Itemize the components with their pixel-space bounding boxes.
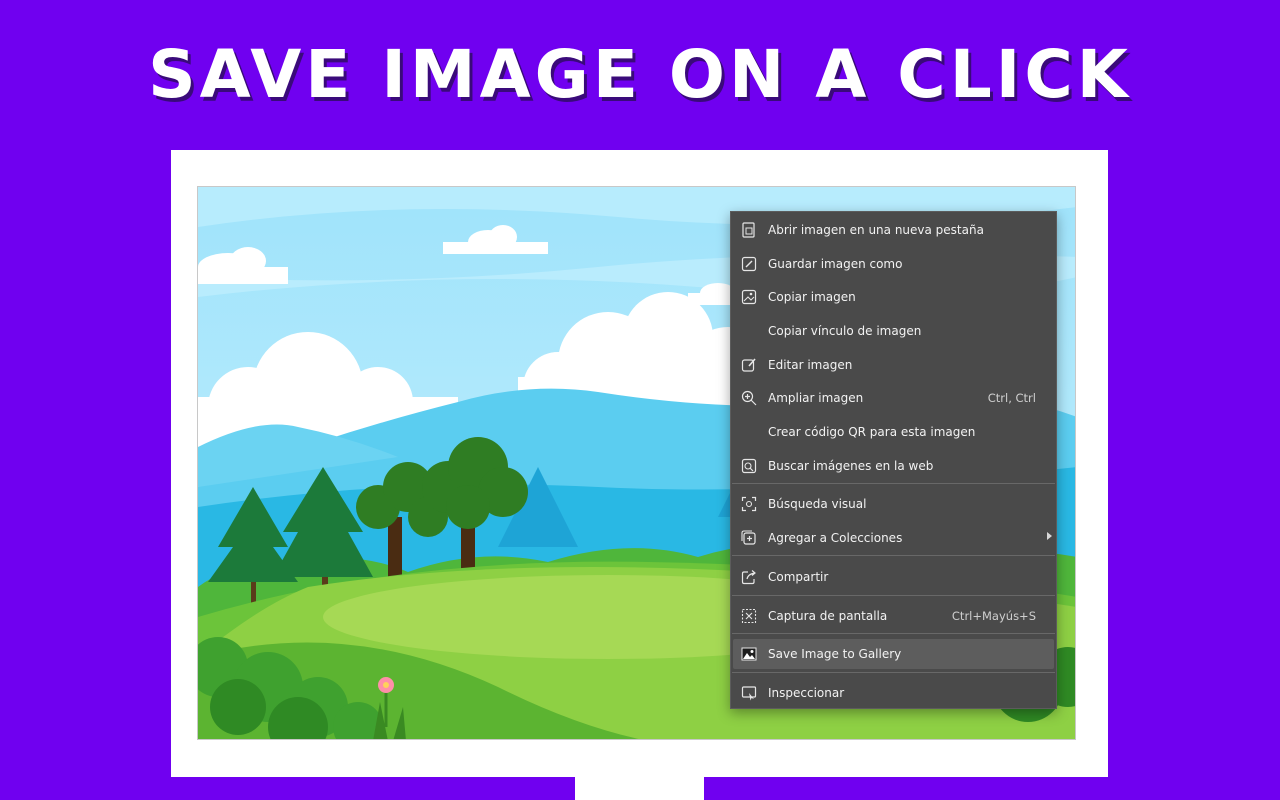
- menu-separator: [732, 555, 1055, 556]
- monitor-stand: [575, 777, 704, 800]
- menu-item-screenshot[interactable]: Captura de pantalla Ctrl+Mayús+S: [733, 601, 1054, 631]
- menu-item-label: Editar imagen: [768, 358, 853, 372]
- inspect-icon: [741, 686, 757, 701]
- menu-item-search-web[interactable]: Buscar imágenes en la web: [733, 451, 1054, 481]
- submenu-arrow-icon: [1047, 532, 1052, 540]
- screenshot-icon: [741, 608, 757, 624]
- menu-item-label: Crear código QR para esta imagen: [768, 425, 976, 439]
- menu-item-shortcut: Ctrl, Ctrl: [987, 391, 1036, 405]
- menu-item-copy-image-link[interactable]: Copiar vínculo de imagen: [733, 316, 1054, 346]
- menu-item-label: Ampliar imagen: [768, 391, 864, 405]
- menu-item-visual-search[interactable]: Búsqueda visual: [733, 489, 1054, 519]
- menu-item-label: Compartir: [768, 570, 829, 584]
- menu-item-label: Copiar vínculo de imagen: [768, 324, 922, 338]
- menu-item-edit-image[interactable]: Editar imagen: [733, 350, 1054, 380]
- menu-item-label: Búsqueda visual: [768, 497, 867, 511]
- menu-item-label: Captura de pantalla: [768, 609, 888, 623]
- menu-item-shortcut: Ctrl+Mayús+S: [951, 609, 1036, 623]
- menu-item-create-qr[interactable]: Crear código QR para esta imagen: [733, 417, 1054, 447]
- share-icon: [741, 570, 756, 585]
- menu-item-inspect[interactable]: Inspeccionar: [733, 678, 1054, 708]
- menu-item-label: Abrir imagen en una nueva pestaña: [768, 223, 984, 237]
- menu-separator: [732, 595, 1055, 596]
- menu-separator: [732, 483, 1055, 484]
- menu-item-add-collections[interactable]: Agregar a Colecciones: [733, 523, 1054, 553]
- menu-item-zoom-image[interactable]: Ampliar imagen Ctrl, Ctrl: [733, 383, 1054, 413]
- headline: SAVE IMAGE ON A CLICK: [148, 36, 1132, 113]
- search-image-web-icon: [741, 458, 757, 474]
- menu-item-label: Copiar imagen: [768, 290, 856, 304]
- menu-item-copy-image[interactable]: Copiar imagen: [733, 282, 1054, 312]
- menu-item-label: Guardar imagen como: [768, 257, 903, 271]
- context-menu: Abrir imagen en una nueva pestaña Guarda…: [730, 211, 1057, 709]
- add-collection-icon: [741, 530, 756, 545]
- menu-item-label: Inspeccionar: [768, 686, 845, 700]
- menu-item-label: Agregar a Colecciones: [768, 531, 903, 545]
- menu-item-save-image-as[interactable]: Guardar imagen como: [733, 249, 1054, 279]
- menu-item-label: Save Image to Gallery: [768, 647, 902, 661]
- open-in-new-tab-icon: [742, 222, 755, 238]
- gallery-icon: [741, 647, 757, 661]
- visual-search-icon: [741, 496, 757, 512]
- save-image-as-icon: [741, 256, 757, 272]
- menu-separator: [732, 633, 1055, 634]
- menu-separator: [732, 672, 1055, 673]
- zoom-in-icon: [741, 390, 757, 406]
- edit-image-icon: [741, 358, 756, 372]
- menu-item-label: Buscar imágenes en la web: [768, 459, 934, 473]
- menu-item-share[interactable]: Compartir: [733, 562, 1054, 592]
- menu-item-open-new-tab[interactable]: Abrir imagen en una nueva pestaña: [733, 215, 1054, 245]
- menu-item-save-to-gallery[interactable]: Save Image to Gallery: [733, 639, 1054, 669]
- copy-image-icon: [741, 289, 757, 305]
